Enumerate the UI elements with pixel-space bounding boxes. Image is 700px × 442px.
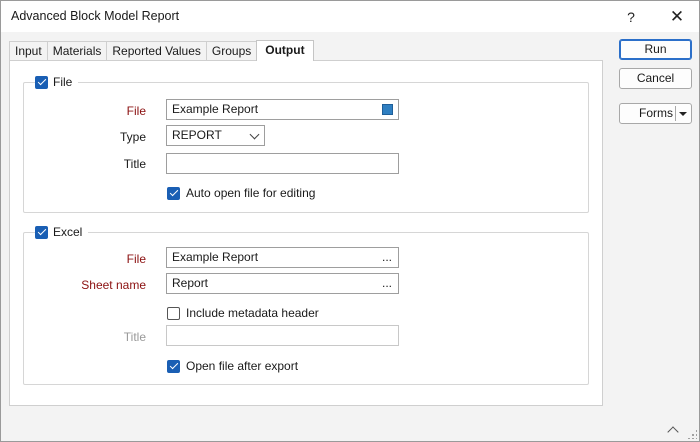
file-label: File	[126, 104, 146, 118]
help-button[interactable]: ?	[613, 5, 649, 29]
tab-bar: Input Materials Reported Values Groups O…	[9, 40, 314, 61]
open-after-label: Open file after export	[186, 359, 299, 373]
run-button-label: Run	[644, 42, 667, 56]
metadata-option[interactable]: Include metadata header	[167, 306, 319, 320]
excel-file-field[interactable]: Example Report ...	[166, 247, 399, 268]
excel-group-header: Excel	[35, 225, 89, 239]
title-label: Title	[123, 157, 146, 171]
excel-file-value: Example Report	[172, 250, 259, 264]
output-panel: File File Example Report Type REPORT Tit…	[9, 60, 603, 406]
file-field-value: Example Report	[172, 102, 259, 116]
file-group-label: File	[53, 75, 73, 89]
forms-split-divider	[675, 106, 676, 121]
file-group: File File Example Report Type REPORT Tit…	[23, 75, 589, 213]
sheet-name-value: Report	[172, 276, 209, 290]
open-after-checkbox[interactable]	[167, 359, 180, 373]
excel-title-input[interactable]	[166, 325, 399, 346]
auto-open-label: Auto open file for editing	[186, 186, 316, 200]
sheet-browse-button[interactable]: ...	[382, 274, 392, 292]
chevron-up-icon[interactable]	[667, 426, 679, 438]
window-title: Advanced Block Model Report	[11, 9, 180, 23]
run-button[interactable]: Run	[619, 39, 692, 60]
caret-down-icon[interactable]	[679, 112, 687, 116]
excel-group-label: Excel	[53, 225, 83, 239]
excel-file-label: File	[126, 252, 146, 266]
metadata-label: Include metadata header	[186, 306, 319, 320]
sheet-name-field[interactable]: Report ...	[166, 273, 399, 294]
tab-reported-values[interactable]: Reported Values	[106, 41, 207, 61]
excel-file-browse-button[interactable]: ...	[382, 248, 392, 266]
type-select[interactable]: REPORT	[166, 125, 265, 146]
cancel-button-label: Cancel	[636, 71, 675, 85]
tab-materials[interactable]: Materials	[46, 41, 108, 61]
title-bar: Advanced Block Model Report ? ✕	[1, 1, 699, 32]
forms-button[interactable]: Forms	[619, 103, 692, 124]
file-enable-checkbox[interactable]	[35, 75, 48, 89]
square-file-icon[interactable]	[382, 104, 393, 115]
auto-open-checkbox[interactable]	[167, 186, 180, 200]
metadata-checkbox[interactable]	[167, 306, 180, 320]
cancel-button[interactable]: Cancel	[619, 68, 692, 89]
auto-open-option[interactable]: Auto open file for editing	[167, 186, 315, 200]
tab-groups[interactable]: Groups	[205, 41, 258, 61]
excel-group: Excel File Example Report ... Sheet name…	[23, 225, 589, 385]
title-input[interactable]	[166, 153, 399, 174]
chevron-down-icon	[249, 129, 260, 140]
sheet-name-label: Sheet name	[81, 278, 146, 292]
tab-output[interactable]: Output	[256, 40, 314, 61]
tab-input[interactable]: Input	[9, 41, 48, 61]
resize-grip-icon[interactable]	[687, 429, 697, 439]
file-field[interactable]: Example Report	[166, 99, 399, 120]
excel-enable-checkbox[interactable]	[35, 225, 48, 239]
file-group-header: File	[35, 75, 79, 89]
open-after-option[interactable]: Open file after export	[167, 359, 298, 373]
forms-button-label: Forms	[639, 106, 673, 120]
close-button[interactable]: ✕	[659, 5, 695, 29]
excel-title-label: Title	[123, 330, 146, 344]
dialog-window: Advanced Block Model Report ? ✕ Input Ma…	[0, 0, 700, 442]
type-label: Type	[119, 130, 146, 144]
type-select-value: REPORT	[172, 128, 222, 142]
